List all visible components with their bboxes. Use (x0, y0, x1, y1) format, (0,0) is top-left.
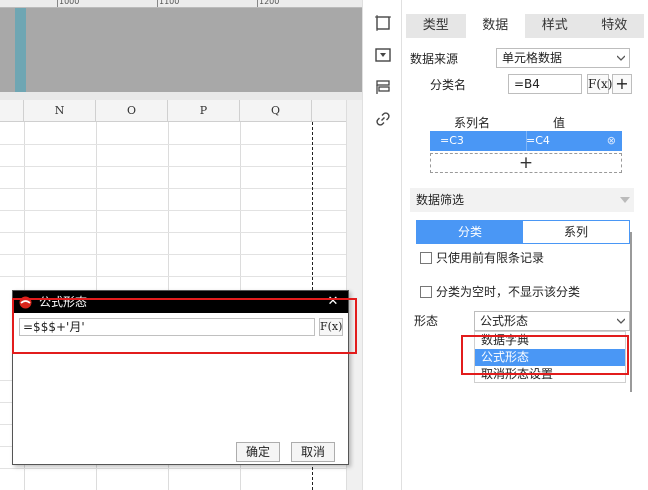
grid-line (0, 188, 346, 189)
grid-line (0, 166, 346, 167)
form-dropdown-list: 数据字典 公式形态 取消形态设置 (474, 331, 626, 383)
form-select-value: 公式形态 (480, 314, 529, 328)
grid-line (0, 232, 346, 233)
side-toolbar (362, 0, 402, 490)
column-headers: N O P Q (0, 100, 346, 122)
dropdown-option-formula-form[interactable]: 公式形态 (475, 349, 625, 366)
grid-line (0, 276, 346, 277)
tab-type[interactable]: 类型 (406, 14, 466, 38)
ruler-tick (157, 0, 158, 7)
tab-data[interactable]: 数据 (465, 14, 525, 38)
add-series-button[interactable]: + (430, 153, 622, 173)
ruler-tick (57, 0, 58, 7)
category-input[interactable]: =B4 (508, 74, 582, 94)
close-icon[interactable]: ✕ (326, 291, 340, 313)
property-panel: 类型 数据 样式 特效 数据来源 单元格数据 分类名 =B4 F(x) + 系列… (402, 0, 648, 490)
formula-input[interactable]: =$$$+'月' (19, 318, 315, 336)
column-header-n[interactable]: N (24, 100, 96, 122)
category-label: 分类名 (430, 78, 467, 92)
series-table-header: 系列名 值 (430, 114, 622, 130)
dropdown-option-cancel-form[interactable]: 取消形态设置 (475, 366, 625, 383)
cell-element-icon[interactable] (372, 12, 394, 34)
dialog-title-bar[interactable]: 公式形态 ✕ (13, 291, 348, 313)
chevron-down-icon (617, 318, 625, 324)
data-filter-section[interactable]: 数据筛选 (410, 188, 634, 212)
column-header-q[interactable]: Q (240, 100, 312, 122)
limit-records-checkbox[interactable] (420, 251, 432, 264)
filter-segment-control: 分类 系列 (416, 220, 630, 244)
limit-records-label: 只使用前有限条记录 (436, 251, 545, 265)
section-divider (0, 92, 362, 100)
panel-scrollbar[interactable] (630, 232, 632, 392)
formula-dialog: 公式形态 ✕ =$$$+'月' F(x) 确定 取消 (12, 290, 349, 465)
column-header-p[interactable]: P (168, 100, 240, 122)
series-value-header: 值 (553, 116, 566, 130)
horizontal-ruler: 1000 1100 1200 (0, 0, 362, 8)
widget-icon[interactable] (372, 44, 394, 66)
form-select[interactable]: 公式形态 (474, 311, 630, 331)
ok-button[interactable]: 确定 (236, 442, 280, 462)
segment-category[interactable]: 分类 (417, 221, 523, 243)
tab-style[interactable]: 样式 (525, 14, 585, 38)
grid-line (0, 144, 346, 145)
data-source-select[interactable]: 单元格数据 (496, 48, 630, 68)
tab-effects[interactable]: 特效 (585, 14, 645, 38)
app-logo-icon (19, 296, 32, 309)
grid-line (0, 468, 346, 469)
column-header-blank (0, 100, 24, 122)
panel-tabs: 类型 数据 样式 特效 (406, 14, 644, 38)
hide-empty-label: 分类为空时，不显示该分类 (436, 285, 581, 299)
limit-records-option[interactable]: 只使用前有限条记录 (420, 249, 544, 266)
ruler-mark-1000: 1000 (59, 0, 80, 6)
grid-line (0, 254, 346, 255)
series-name-cell[interactable]: =C3 (440, 131, 464, 151)
link-icon[interactable] (372, 108, 394, 130)
hide-empty-checkbox[interactable] (420, 285, 432, 298)
ruler-mark-1100: 1100 (159, 0, 180, 6)
data-source-value: 单元格数据 (502, 51, 563, 65)
series-row[interactable]: =C3 =C4 ⊗ (430, 131, 622, 151)
dialog-title: 公式形态 (39, 295, 88, 309)
data-source-label: 数据来源 (410, 52, 459, 66)
category-add-button[interactable]: + (612, 74, 632, 94)
series-name-header: 系列名 (454, 116, 491, 130)
series-value-cell[interactable]: =C4 (526, 131, 550, 151)
chart-bar-element[interactable] (15, 8, 26, 92)
form-label: 形态 (414, 314, 439, 328)
collapse-triangle-icon (620, 197, 630, 203)
formula-editor-button[interactable]: F(x) (319, 318, 343, 336)
data-filter-title: 数据筛选 (416, 193, 465, 207)
segment-series[interactable]: 系列 (523, 221, 629, 243)
chart-design-strip: 1000 1100 1200 (0, 0, 362, 92)
remove-series-icon[interactable]: ⊗ (607, 131, 616, 151)
category-formula-button[interactable]: F(x) (587, 74, 612, 94)
ruler-tick (257, 0, 258, 7)
layer-icon[interactable] (372, 76, 394, 98)
chevron-down-icon (617, 55, 625, 61)
cancel-button[interactable]: 取消 (291, 442, 335, 462)
dropdown-option-data-dictionary[interactable]: 数据字典 (475, 332, 625, 349)
grid-line (0, 210, 346, 211)
hide-empty-option[interactable]: 分类为空时，不显示该分类 (420, 283, 580, 300)
ruler-mark-1200: 1200 (259, 0, 280, 6)
column-header-o[interactable]: O (96, 100, 168, 122)
